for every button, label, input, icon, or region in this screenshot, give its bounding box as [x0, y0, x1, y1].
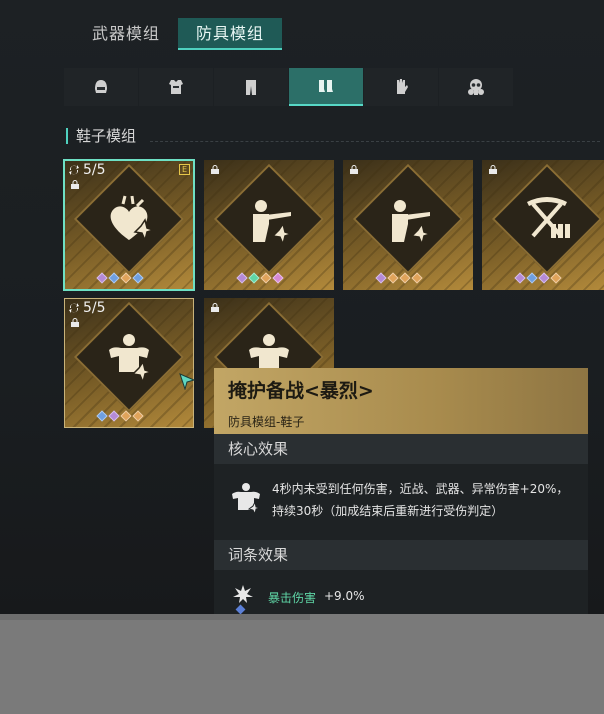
equipped-badge: E — [179, 164, 190, 175]
category-gasmask[interactable] — [439, 68, 513, 106]
tooltip-title: 掩护备战<暴烈> — [228, 380, 374, 402]
gem-slot — [538, 272, 550, 284]
gem-slot — [108, 410, 120, 422]
gem-slot — [550, 272, 562, 284]
stack-count: 5/5 — [68, 300, 106, 316]
crossed-picks-ammo-icon — [527, 197, 570, 238]
gem-slot — [411, 272, 423, 284]
affix-effect-header: 词条效果 — [214, 540, 588, 570]
mod-card-3[interactable] — [343, 160, 473, 290]
stack-count: 5/5 — [68, 162, 106, 178]
gem-slot — [399, 272, 411, 284]
gem-slot — [272, 272, 284, 284]
category-armor[interactable] — [139, 68, 213, 106]
section-divider — [150, 141, 600, 142]
affix-gem-marker — [235, 604, 246, 614]
affix-name: 暴击伤害 — [268, 591, 317, 605]
heart-icon — [110, 195, 156, 243]
gem-slot — [526, 272, 538, 284]
gem-slot — [387, 272, 399, 284]
section-title: 鞋子模组 — [66, 128, 136, 144]
mod-card-5[interactable]: 5/5 — [64, 298, 194, 428]
muscle-body-icon — [109, 334, 154, 385]
tooltip-subtitle: 防具模组-鞋子 — [228, 415, 305, 429]
helmet-icon — [95, 80, 107, 93]
category-row — [64, 68, 534, 108]
gloves-icon — [397, 79, 408, 94]
affix-value: +9.0% — [324, 589, 365, 603]
muscle-body-icon — [232, 483, 261, 516]
mod-card-4[interactable] — [482, 160, 604, 290]
lock-icon — [211, 303, 219, 312]
stack-count-text: 5/5 — [83, 162, 106, 178]
gem-slots — [236, 272, 284, 284]
lock-icon — [71, 318, 79, 327]
pointer-cursor-icon — [179, 373, 196, 390]
critical-burst-icon — [233, 585, 253, 603]
lock-icon — [211, 165, 219, 174]
tab-armor-mods[interactable]: 防具模组 — [178, 18, 282, 50]
bottom-overlay-band — [0, 614, 604, 714]
mod-card-2[interactable] — [204, 160, 334, 290]
lock-icon — [71, 180, 79, 189]
gem-slot — [514, 272, 526, 284]
gem-slot — [248, 272, 260, 284]
tab-weapon-mods[interactable]: 武器模组 — [74, 18, 178, 50]
boots-icon — [319, 80, 333, 92]
gem-slot — [96, 272, 108, 284]
core-effect-text: 4秒内未受到任何伤害，近战、武器、异常伤害+20%，持续30秒（加成结束后重新进… — [272, 482, 569, 518]
gem-slots — [514, 272, 562, 284]
cycle-icon — [69, 165, 79, 175]
gas-mask-icon — [468, 79, 484, 95]
pants-icon — [246, 80, 256, 95]
gem-slots — [96, 410, 144, 422]
gem-slot — [120, 410, 132, 422]
gem-slot — [375, 272, 387, 284]
rifle-aim-icon — [253, 200, 294, 247]
lock-icon — [350, 165, 358, 174]
category-pants[interactable] — [214, 68, 288, 106]
tooltip-header: 掩护备战<暴烈> 防具模组-鞋子 — [214, 368, 588, 434]
gem-slot — [236, 272, 248, 284]
top-tabs: 武器模组 防具模组 — [74, 18, 282, 50]
gem-slot — [96, 410, 108, 422]
armor-vest-icon — [169, 80, 183, 94]
category-helmet[interactable] — [64, 68, 138, 106]
gem-slot — [132, 272, 144, 284]
mod-card-1[interactable]: 5/5 E — [63, 159, 195, 291]
stack-count-text: 5/5 — [83, 300, 106, 316]
core-effect-header: 核心效果 — [214, 434, 588, 464]
gem-slot — [120, 272, 132, 284]
cycle-icon — [69, 303, 79, 313]
rifle-aim-icon — [392, 200, 433, 247]
affix-row: 暴击伤害 +9.0% — [214, 570, 588, 614]
gem-slot — [108, 272, 120, 284]
lock-icon — [489, 165, 497, 174]
category-gloves[interactable] — [364, 68, 438, 106]
gem-slot — [132, 410, 144, 422]
gem-slots — [375, 272, 423, 284]
category-boots[interactable] — [289, 68, 363, 106]
gem-slots — [96, 272, 144, 284]
gem-slot — [260, 272, 272, 284]
mod-tooltip: 掩护备战<暴烈> 防具模组-鞋子 核心效果 4秒内未受到任何伤害，近战、武器、异… — [214, 368, 588, 614]
overlay-patch — [0, 614, 310, 620]
core-effect: 4秒内未受到任何伤害，近战、武器、异常伤害+20%，持续30秒（加成结束后重新进… — [214, 464, 588, 540]
game-screen: 武器模组 防具模组 鞋子模组 5/5 E 5/5 掩护备战<暴烈> 防具模组-鞋… — [0, 0, 604, 614]
